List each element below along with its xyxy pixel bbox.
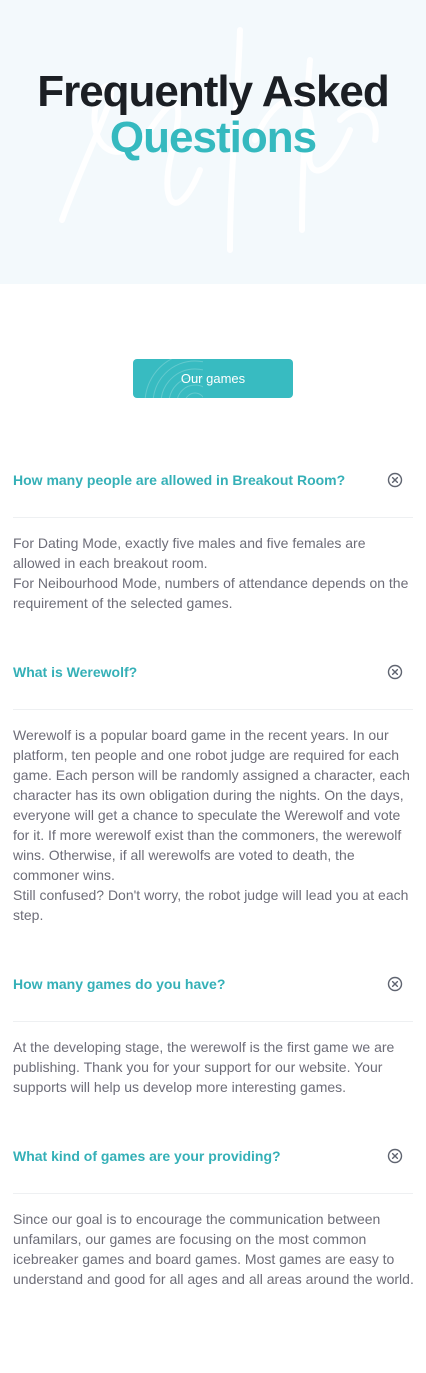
- faq-answer: Since our goal is to encourage the commu…: [13, 1209, 415, 1289]
- hero-section: Frequently Asked Questions: [0, 0, 426, 284]
- faq-answer: At the developing stage, the werewolf is…: [13, 1037, 415, 1097]
- page-subtitle: Questions: [109, 113, 317, 162]
- faq-answer-paragraph: For Dating Mode, exactly five males and …: [13, 535, 366, 571]
- faq-answer-paragraph: For Neibourhood Mode, numbers of attenda…: [13, 575, 409, 611]
- faq-question-text: What is Werewolf?: [13, 664, 138, 680]
- faq-answer-paragraph: Since our goal is to encourage the commu…: [13, 1211, 414, 1287]
- faq-answer: For Dating Mode, exactly five males and …: [13, 533, 415, 613]
- faq-question-game-kinds[interactable]: What kind of games are your providing?: [13, 1136, 413, 1176]
- faq-divider: [13, 709, 413, 710]
- faq-divider: [13, 1193, 413, 1194]
- faq-question-text: How many people are allowed in Breakout …: [13, 472, 346, 488]
- faq-divider: [13, 1021, 413, 1022]
- faq-question-werewolf[interactable]: What is Werewolf?: [13, 652, 413, 692]
- faq-question-text: What kind of games are your providing?: [13, 1148, 281, 1164]
- our-games-button[interactable]: Our games: [133, 359, 293, 398]
- close-circle-icon[interactable]: [387, 976, 403, 992]
- faq-answer-paragraph: At the developing stage, the werewolf is…: [13, 1039, 395, 1095]
- faq-divider: [13, 517, 413, 518]
- faq-question-games-count[interactable]: How many games do you have?: [13, 964, 413, 1004]
- close-circle-icon[interactable]: [387, 664, 403, 680]
- faq-answer-paragraph: Still confused? Don't worry, the robot j…: [13, 887, 409, 923]
- our-games-button-label: Our games: [180, 371, 246, 386]
- faq-question-text: How many games do you have?: [13, 976, 226, 992]
- close-circle-icon[interactable]: [387, 1148, 403, 1164]
- faq-question-breakout-room[interactable]: How many people are allowed in Breakout …: [13, 460, 413, 500]
- page-title: Frequently Asked: [37, 67, 390, 116]
- faq-answer-paragraph: Werewolf is a popular board game in the …: [13, 727, 410, 883]
- faq-answer: Werewolf is a popular board game in the …: [13, 725, 415, 925]
- close-circle-icon[interactable]: [387, 472, 403, 488]
- cta-container: Our games: [133, 359, 293, 398]
